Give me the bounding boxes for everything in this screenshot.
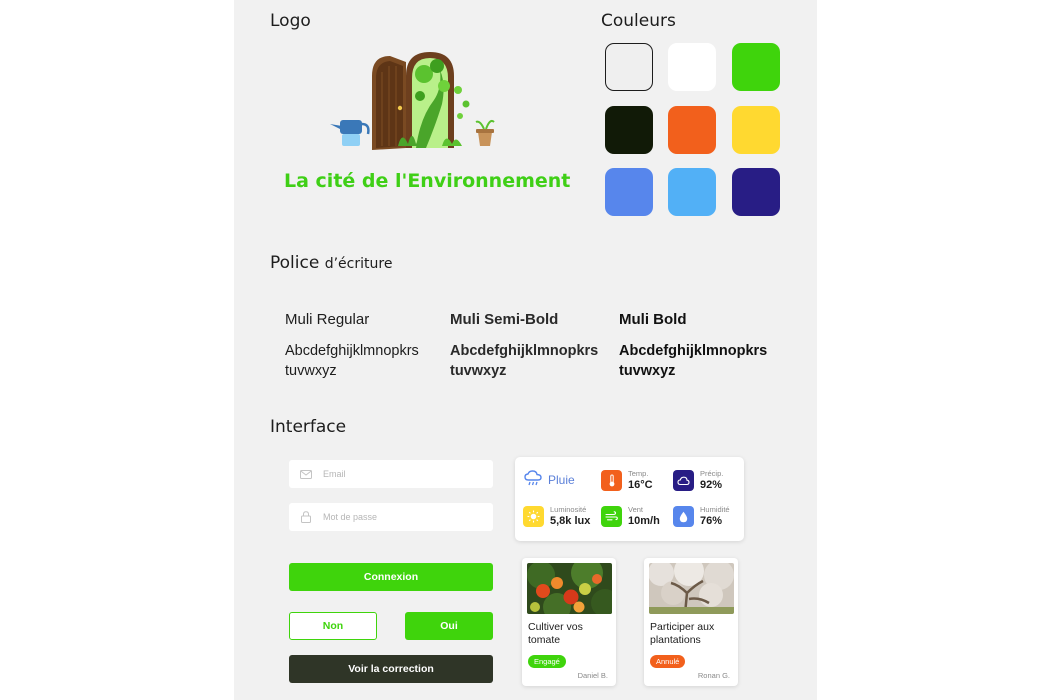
status-badge: Annulé (650, 655, 686, 668)
sun-icon (523, 506, 544, 527)
card-author: Daniel B. (577, 671, 608, 680)
color-swatch-light-gray (605, 43, 653, 91)
humidity-label: Humidité (700, 505, 730, 514)
wind-label: Vent (628, 505, 644, 514)
wind-value: 10m/h (628, 515, 660, 527)
color-swatch-sky-blue (668, 168, 716, 216)
color-swatch-yellow (732, 106, 780, 154)
weather-luminosity: Luminosité 5,8k lux (523, 505, 590, 528)
card-author: Ronan G. (697, 671, 730, 680)
font-sample-semibold: Muli Semi-Bold Abcdefghijklmnopkrs tuvwx… (450, 311, 598, 381)
font-section-title-sub: d’écriture (324, 256, 393, 272)
color-swatch-orange (668, 106, 716, 154)
lock-icon (297, 508, 315, 526)
luminosity-value: 5,8k lux (550, 515, 591, 527)
color-swatch-green (732, 43, 780, 91)
weather-precipitation: Précip. 92% (673, 469, 723, 492)
garden-door-logo-illustration (330, 52, 495, 150)
font-name: Muli Bold (619, 311, 687, 328)
weather-condition-label: Pluie (548, 473, 575, 487)
precipitation-value: 92% (700, 479, 723, 491)
activity-card-planting[interactable]: Participer aux plantations Annulé Ronan … (644, 558, 738, 686)
thermometer-icon (601, 470, 622, 491)
precipitation-label: Précip. (700, 469, 724, 478)
weather-wind: Vent 10m/h (601, 505, 660, 528)
precipitation-cloud-icon (673, 470, 694, 491)
weather-widget: Pluie Temp. 16°C Précip. 92% Luminosité … (515, 457, 744, 541)
font-sample-regular: Muli Regular Abcdefghijklmnopkrs tuvwxyz (285, 311, 419, 381)
tomato-plant-photo (527, 563, 612, 614)
temperature-label: Temp. (628, 469, 649, 478)
font-section-title: Police d’écriture (270, 253, 392, 273)
no-button[interactable]: Non (289, 612, 377, 640)
font-sample-line: tuvwxyz (285, 363, 337, 379)
yes-button[interactable]: Oui (405, 612, 493, 640)
luminosity-label: Luminosité (550, 505, 587, 514)
blossom-tree-photo (649, 563, 734, 614)
activity-card-tomato[interactable]: Cultiver vos tomate Engagé Daniel B. (522, 558, 616, 686)
card-title: Cultiver vos tomate (528, 621, 583, 646)
show-correction-button[interactable]: Voir la correction (289, 655, 493, 683)
email-input[interactable] (323, 469, 483, 479)
status-badge: Engagé (528, 655, 566, 668)
font-name: Muli Regular (285, 311, 370, 328)
rain-cloud-icon (524, 470, 542, 490)
temperature-value: 16°C (628, 479, 653, 491)
password-input[interactable] (323, 512, 483, 522)
logo-section-title: Logo (270, 11, 311, 31)
wind-icon (601, 506, 622, 527)
card-title: Participer aux plantations (650, 621, 715, 646)
weather-condition: Pluie (524, 470, 575, 490)
brand-name: La cité de l'Environnement (284, 170, 571, 192)
humidity-value: 76% (700, 515, 723, 527)
font-name: Muli Semi-Bold (450, 311, 559, 328)
font-sample-line: tuvwxyz (619, 363, 676, 379)
water-drop-icon (673, 506, 694, 527)
colors-section-title: Couleurs (601, 11, 676, 31)
font-sample-line: Abcdefghijklmnopkrs (450, 343, 599, 359)
email-field[interactable] (289, 460, 493, 488)
style-guide-board: Logo La cité de l'Environnement Couleurs… (234, 0, 817, 700)
font-sample-line: Abcdefghijklmnopkrs (285, 343, 419, 359)
interface-section-title: Interface (270, 417, 347, 437)
password-field[interactable] (289, 503, 493, 531)
mail-icon (297, 465, 315, 483)
color-swatch-dark-blue (732, 168, 780, 216)
color-swatch-white (668, 43, 716, 91)
weather-humidity: Humidité 76% (673, 505, 730, 528)
weather-temperature: Temp. 16°C (601, 469, 653, 492)
font-sample-line: tuvwxyz (450, 363, 507, 379)
font-section-title-main: Police (270, 253, 320, 273)
color-swatch-black (605, 106, 653, 154)
font-sample-bold: Muli Bold Abcdefghijklmnopkrs tuvwxyz (619, 311, 767, 381)
font-sample-line: Abcdefghijklmnopkrs (619, 343, 768, 359)
connect-button[interactable]: Connexion (289, 563, 493, 591)
color-swatch-blue (605, 168, 653, 216)
